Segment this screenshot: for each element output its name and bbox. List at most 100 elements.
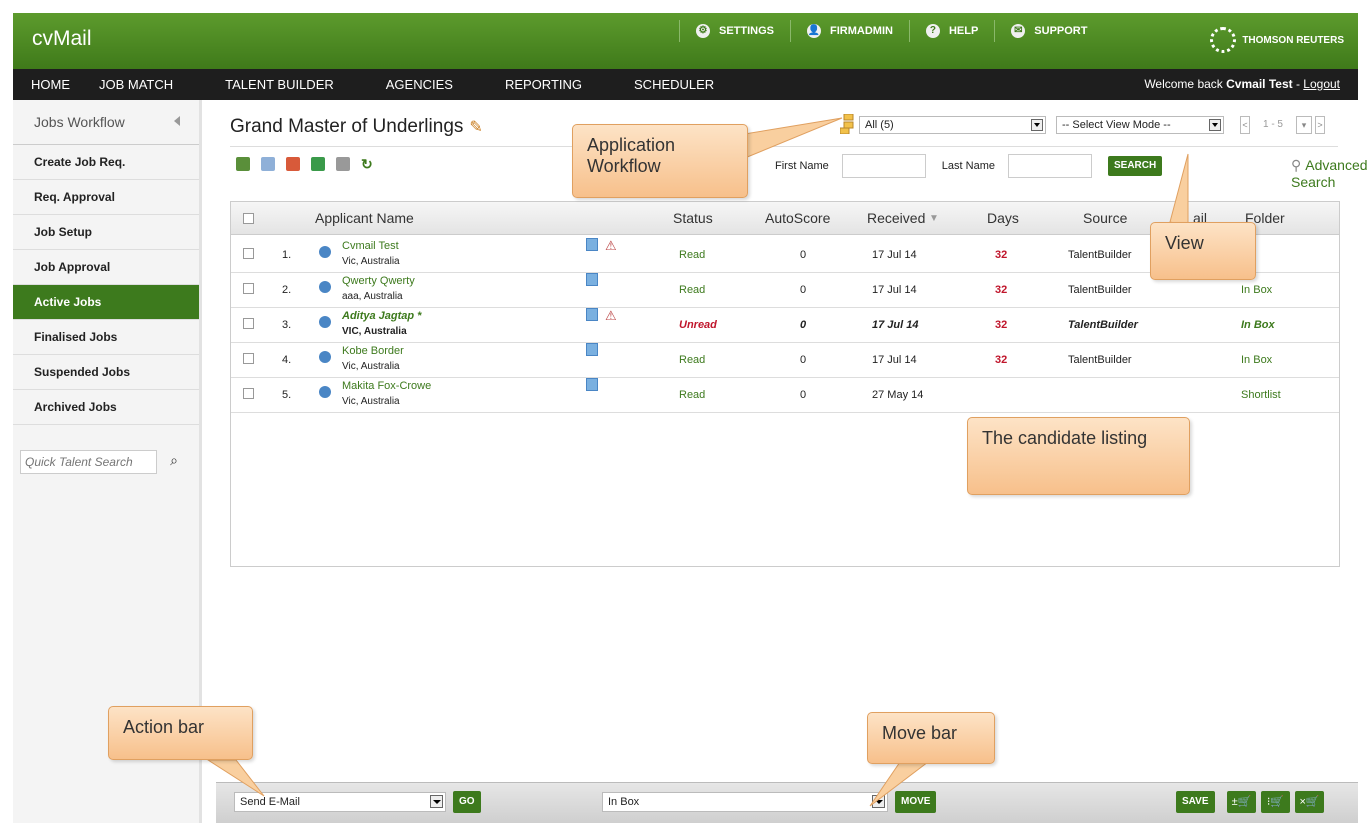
- received-value: 27 May 14: [872, 389, 924, 401]
- row-number: 4.: [282, 354, 292, 366]
- status-value: Read: [679, 284, 706, 296]
- sidebar-heading-label: Jobs Workflow: [34, 114, 125, 130]
- workflow-icon[interactable]: [840, 114, 854, 134]
- remove-from-cart-icon[interactable]: ×🛒: [1295, 791, 1324, 813]
- next-page-button[interactable]: >: [1315, 116, 1325, 134]
- flag-icon[interactable]: ⚠: [605, 238, 617, 254]
- support-link[interactable]: ✉ SUPPORT: [994, 20, 1103, 42]
- nav-job-match[interactable]: JOB MATCH: [99, 77, 173, 92]
- sidebar-item-active-jobs[interactable]: Active Jobs: [13, 285, 199, 320]
- nav-reporting[interactable]: REPORTING: [505, 77, 582, 92]
- callout-listing-text: The candidate listing: [982, 428, 1148, 448]
- support-icon: ✉: [1011, 24, 1026, 38]
- nav-talent-builder[interactable]: TALENT BUILDER: [225, 77, 334, 92]
- users-icon[interactable]: [236, 157, 250, 171]
- sidebar-item-finalised-jobs[interactable]: Finalised Jobs: [13, 320, 199, 355]
- nav-home[interactable]: HOME: [31, 77, 70, 92]
- sidebar-item-suspended-jobs[interactable]: Suspended Jobs: [13, 355, 199, 390]
- received-value: 17 Jul 14: [872, 284, 917, 296]
- autoscore-value: 0: [800, 319, 807, 331]
- row-checkbox[interactable]: [243, 353, 254, 364]
- applicant-name[interactable]: Kobe Border: [342, 345, 404, 357]
- document-icon[interactable]: [586, 308, 598, 321]
- applicant-name[interactable]: Aditya Jagtap *: [342, 310, 421, 322]
- go-button[interactable]: GO: [453, 791, 481, 813]
- row-checkbox[interactable]: [243, 248, 254, 259]
- document-icon[interactable]: [586, 378, 598, 391]
- flag-icon[interactable]: ⚠: [605, 308, 617, 324]
- applicant-name[interactable]: Qwerty Qwerty: [342, 275, 415, 287]
- nav-agencies[interactable]: AGENCIES: [386, 77, 453, 92]
- firmadmin-link[interactable]: 👤 FIRMADMIN: [790, 20, 909, 42]
- add-to-cart-icon[interactable]: ±🛒: [1227, 791, 1256, 813]
- col-status[interactable]: Status: [673, 210, 713, 226]
- document-icon[interactable]: [586, 343, 598, 356]
- prev-page-button[interactable]: <: [1240, 116, 1250, 134]
- collapse-arrow-icon[interactable]: [174, 116, 180, 126]
- row-checkbox[interactable]: [243, 388, 254, 399]
- settings-link[interactable]: ⚙ SETTINGS: [679, 20, 790, 42]
- sidebar-item-job-approval[interactable]: Job Approval: [13, 250, 199, 285]
- last-name-input[interactable]: [1007, 154, 1092, 178]
- refresh-icon[interactable]: ↻: [361, 157, 375, 171]
- first-name-label: First Name: [775, 160, 829, 172]
- document-icon[interactable]: [586, 238, 598, 251]
- document-icon[interactable]: [586, 273, 598, 286]
- view-cart-icon[interactable]: ⁝🛒: [1261, 791, 1290, 813]
- job-title-text: Grand Master of Underlings: [230, 116, 464, 137]
- applicant-name[interactable]: Cvmail Test: [342, 240, 399, 252]
- sidebar-item-job-setup[interactable]: Job Setup: [13, 215, 199, 250]
- app-logo[interactable]: cvMail: [32, 27, 92, 51]
- gear-icon: ⚙: [696, 24, 710, 38]
- move-button[interactable]: MOVE: [895, 791, 937, 813]
- divider: [230, 146, 1338, 147]
- folder-value[interactable]: In Box: [1241, 284, 1272, 296]
- col-days[interactable]: Days: [987, 210, 1019, 226]
- applicant-name[interactable]: Makita Fox-Crowe: [342, 380, 431, 392]
- page-select[interactable]: ▾: [1296, 116, 1312, 134]
- calendar-icon[interactable]: [261, 157, 275, 171]
- search-button[interactable]: SEARCH: [1107, 156, 1163, 176]
- row-checkbox[interactable]: [243, 283, 254, 294]
- sidebar-heading[interactable]: Jobs Workflow: [13, 100, 199, 145]
- print-icon[interactable]: [336, 157, 350, 171]
- received-value: 17 Jul 14: [872, 249, 917, 261]
- row-checkbox[interactable]: [243, 318, 254, 329]
- chart-icon[interactable]: [286, 157, 300, 171]
- chevron-down-icon: [430, 795, 443, 808]
- sidebar-item-create-job-req[interactable]: Create Job Req.: [13, 145, 199, 180]
- sidebar-item-archived-jobs[interactable]: Archived Jobs: [13, 390, 199, 425]
- view-mode-value: -- Select View Mode --: [1062, 119, 1171, 131]
- callout-application-workflow: Application Workflow: [572, 124, 748, 198]
- col-applicant-name[interactable]: Applicant Name: [315, 210, 414, 226]
- workflow-select[interactable]: All (5): [859, 116, 1046, 134]
- table-row[interactable]: 4. Kobe Border Vic, Australia Read 0 17 Jul 1…: [231, 343, 1339, 378]
- status-value: Read: [679, 249, 706, 261]
- first-name-input[interactable]: [841, 154, 926, 178]
- col-autoscore[interactable]: AutoScore: [765, 210, 830, 226]
- callout-workflow-text: Application Workflow: [587, 135, 676, 176]
- autoscore-value: 0: [800, 284, 807, 296]
- action-select[interactable]: Send E-Mail: [234, 792, 446, 812]
- folder-value[interactable]: In Box: [1241, 319, 1275, 331]
- table-row[interactable]: 5. Makita Fox-Crowe Vic, Australia Read 0 27 …: [231, 378, 1339, 413]
- select-all-checkbox[interactable]: [243, 213, 254, 224]
- applicant-location: Vic, Australia: [342, 361, 400, 372]
- col-received[interactable]: Received: [867, 210, 925, 226]
- table-row[interactable]: 3. Aditya Jagtap * VIC, Australia Unread 0 17…: [231, 308, 1339, 343]
- logout-link[interactable]: Logout: [1303, 77, 1340, 91]
- quick-search-input[interactable]: [20, 450, 157, 474]
- binoculars-icon[interactable]: ⌕: [164, 452, 184, 472]
- folder-value[interactable]: Shortlist: [1241, 389, 1281, 401]
- nav-scheduler[interactable]: SCHEDULER: [634, 77, 714, 92]
- view-mode-select[interactable]: -- Select View Mode --: [1056, 116, 1224, 134]
- sidebar-item-req-approval[interactable]: Req. Approval: [13, 180, 199, 215]
- save-button[interactable]: SAVE: [1176, 791, 1215, 813]
- advanced-search-link[interactable]: ⚲ Advanced Search: [1291, 157, 1368, 190]
- excel-icon[interactable]: [311, 157, 325, 171]
- move-select[interactable]: In Box: [602, 792, 888, 812]
- edit-pencil-icon[interactable]: ✎: [469, 119, 482, 136]
- folder-value[interactable]: In Box: [1241, 354, 1272, 366]
- col-source[interactable]: Source: [1083, 210, 1127, 226]
- help-link[interactable]: ? HELP: [908, 20, 994, 42]
